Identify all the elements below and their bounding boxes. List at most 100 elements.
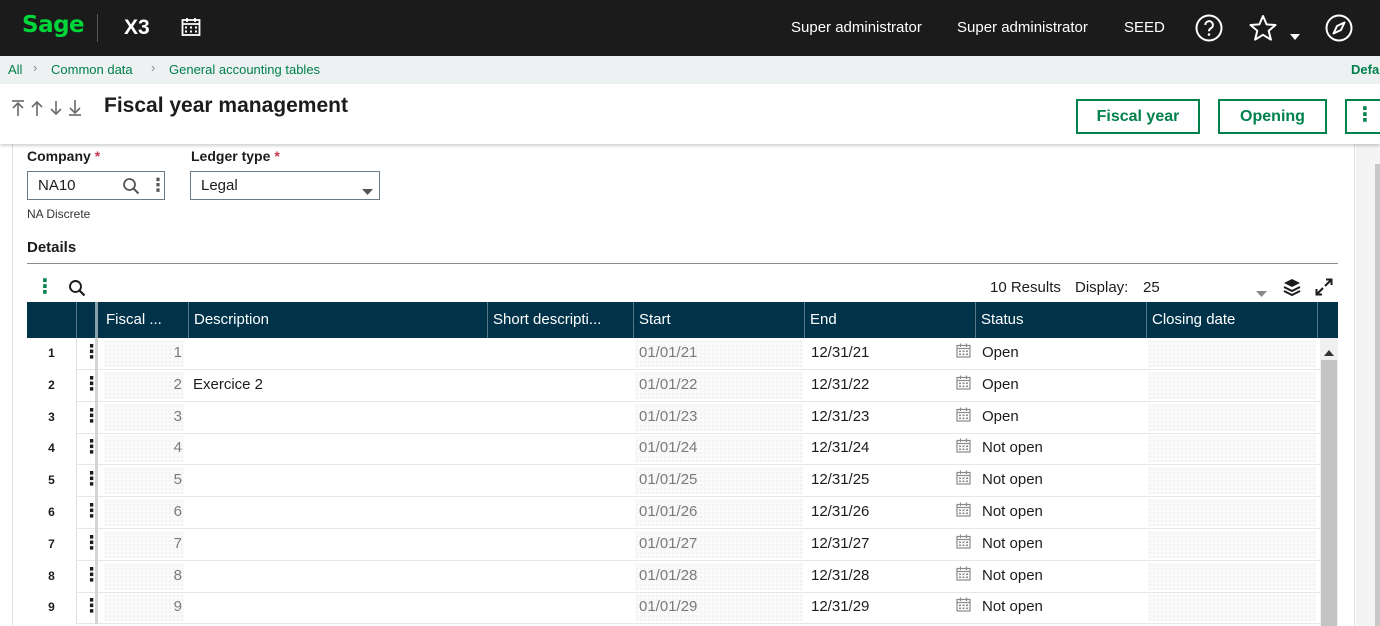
fiscal-year-cell[interactable]: 2 bbox=[104, 370, 182, 402]
calendar-icon[interactable] bbox=[956, 375, 971, 395]
fiscal-year-cell[interactable]: 1 bbox=[104, 338, 182, 370]
end-date-cell[interactable]: 12/31/24 bbox=[811, 433, 869, 465]
fiscal-year-cell[interactable]: 7 bbox=[104, 529, 182, 561]
fiscal-year-cell[interactable]: 9 bbox=[104, 592, 182, 624]
chevron-down-icon[interactable] bbox=[1289, 28, 1301, 46]
table-row[interactable]: 4 ⋮ 4 01/01/24 12/31/24 Not open bbox=[27, 433, 1320, 466]
opening-button[interactable]: Opening bbox=[1218, 99, 1327, 134]
end-date-cell[interactable]: 12/31/21 bbox=[811, 338, 869, 370]
status-cell[interactable]: Open bbox=[982, 402, 1019, 434]
start-date-cell[interactable]: 01/01/28 bbox=[639, 561, 697, 593]
table-row[interactable]: 8 ⋮ 8 01/01/28 12/31/28 Not open bbox=[27, 560, 1320, 593]
description-cell[interactable] bbox=[193, 561, 483, 593]
closing-date-cell[interactable] bbox=[1148, 403, 1316, 431]
end-date-cell[interactable]: 12/31/28 bbox=[811, 561, 869, 593]
table-row[interactable]: 2 ⋮ 2 Exercice 2 01/01/22 12/31/22 Open bbox=[27, 369, 1320, 402]
fiscal-year-button[interactable]: Fiscal year bbox=[1076, 99, 1200, 134]
status-cell[interactable]: Not open bbox=[982, 433, 1043, 465]
fiscal-year-cell[interactable]: 8 bbox=[104, 561, 182, 593]
grid-scrollbar-thumb[interactable] bbox=[1321, 360, 1337, 626]
calendar-icon[interactable] bbox=[956, 438, 971, 458]
start-date-cell[interactable]: 01/01/24 bbox=[639, 433, 697, 465]
table-row[interactable]: 6 ⋮ 6 01/01/26 12/31/26 Not open bbox=[27, 497, 1320, 529]
chevron-down-icon[interactable] bbox=[362, 183, 373, 200]
grid-search-icon[interactable] bbox=[68, 279, 86, 302]
row-actions-icon[interactable]: ⋮ bbox=[78, 433, 101, 466]
description-cell[interactable] bbox=[193, 402, 483, 434]
short-description-cell[interactable] bbox=[493, 561, 633, 593]
short-description-cell[interactable] bbox=[493, 529, 633, 561]
status-cell[interactable]: Not open bbox=[982, 592, 1043, 624]
closing-date-cell[interactable] bbox=[1148, 435, 1316, 463]
column-header-start[interactable]: Start bbox=[634, 302, 805, 338]
closing-date-cell[interactable] bbox=[1148, 371, 1316, 399]
end-date-cell[interactable]: 12/31/26 bbox=[811, 497, 869, 529]
next-record-icon[interactable] bbox=[48, 98, 64, 118]
start-date-cell[interactable]: 01/01/29 bbox=[639, 592, 697, 624]
first-record-icon[interactable] bbox=[10, 98, 26, 118]
page-scrollbar-thumb[interactable] bbox=[1375, 164, 1380, 626]
status-cell[interactable]: Open bbox=[982, 370, 1019, 402]
row-actions-icon[interactable]: ⋮ bbox=[78, 497, 101, 529]
table-row[interactable]: 7 ⋮ 7 01/01/27 12/31/27 Not open bbox=[27, 528, 1320, 561]
grid-scrollbar[interactable] bbox=[1320, 338, 1338, 626]
star-icon[interactable] bbox=[1248, 14, 1278, 47]
start-date-cell[interactable]: 01/01/21 bbox=[639, 338, 697, 370]
end-date-cell[interactable]: 12/31/23 bbox=[811, 402, 869, 434]
status-cell[interactable]: Not open bbox=[982, 497, 1043, 529]
table-row[interactable]: 9 ⋮ 9 01/01/29 12/31/29 Not open bbox=[27, 592, 1320, 625]
start-date-cell[interactable]: 01/01/22 bbox=[639, 370, 697, 402]
column-header-short-description[interactable]: Short descripti... bbox=[488, 302, 634, 338]
closing-date-cell[interactable] bbox=[1148, 467, 1316, 495]
grid-actions-icon[interactable]: ⋮ bbox=[35, 277, 55, 297]
row-actions-icon[interactable]: ⋮ bbox=[78, 592, 101, 625]
description-cell[interactable] bbox=[193, 433, 483, 465]
description-cell[interactable] bbox=[193, 465, 483, 497]
field-options-icon[interactable]: ⋮ bbox=[149, 176, 167, 194]
company-field[interactable]: NA10 ⋮ bbox=[27, 171, 167, 200]
closing-date-cell[interactable] bbox=[1148, 594, 1316, 622]
breadcrumb-common-data[interactable]: Common data bbox=[51, 62, 133, 77]
layers-icon[interactable] bbox=[1283, 278, 1301, 301]
previous-record-icon[interactable] bbox=[29, 98, 45, 118]
description-cell[interactable]: Exercice 2 bbox=[193, 370, 483, 402]
end-date-cell[interactable]: 12/31/29 bbox=[811, 592, 869, 624]
table-row[interactable]: 1 ⋮ 1 01/01/21 12/31/21 Open bbox=[27, 338, 1320, 370]
last-record-icon[interactable] bbox=[67, 98, 83, 118]
table-row[interactable]: 3 ⋮ 3 01/01/23 12/31/23 Open bbox=[27, 401, 1320, 434]
short-description-cell[interactable] bbox=[493, 592, 633, 624]
short-description-cell[interactable] bbox=[493, 433, 633, 465]
column-header-closing-date[interactable]: Closing date bbox=[1147, 302, 1318, 338]
short-description-cell[interactable] bbox=[493, 497, 633, 529]
calendar-icon[interactable] bbox=[956, 502, 971, 522]
start-date-cell[interactable]: 01/01/27 bbox=[639, 529, 697, 561]
column-header-fiscal[interactable]: Fiscal ... bbox=[101, 302, 189, 338]
short-description-cell[interactable] bbox=[493, 465, 633, 497]
fiscal-year-cell[interactable]: 4 bbox=[104, 433, 182, 465]
row-actions-icon[interactable]: ⋮ bbox=[78, 560, 101, 593]
row-actions-icon[interactable]: ⋮ bbox=[78, 369, 101, 402]
more-actions-button[interactable]: ⋮ bbox=[1345, 99, 1380, 134]
sage-logo[interactable]: Sage bbox=[22, 12, 85, 38]
row-actions-icon[interactable]: ⋮ bbox=[78, 465, 101, 498]
description-cell[interactable] bbox=[193, 592, 483, 624]
short-description-cell[interactable] bbox=[493, 370, 633, 402]
column-header-description[interactable]: Description bbox=[189, 302, 488, 338]
calendar-icon[interactable] bbox=[956, 597, 971, 617]
compass-icon[interactable] bbox=[1325, 14, 1353, 47]
status-cell[interactable]: Open bbox=[982, 338, 1019, 370]
start-date-cell[interactable]: 01/01/25 bbox=[639, 465, 697, 497]
role-menu[interactable]: Super administrator bbox=[957, 19, 1088, 36]
fiscal-year-cell[interactable]: 5 bbox=[104, 465, 182, 497]
calendar-icon[interactable] bbox=[956, 534, 971, 554]
column-header-end[interactable]: End bbox=[805, 302, 976, 338]
end-date-cell[interactable]: 12/31/22 bbox=[811, 370, 869, 402]
expand-icon[interactable] bbox=[1315, 278, 1333, 301]
search-icon[interactable] bbox=[122, 177, 140, 199]
breadcrumb-general-accounting-tables[interactable]: General accounting tables bbox=[169, 62, 320, 77]
folder-menu[interactable]: SEED bbox=[1124, 19, 1165, 36]
status-cell[interactable]: Not open bbox=[982, 465, 1043, 497]
product-name[interactable]: X3 bbox=[124, 16, 150, 40]
short-description-cell[interactable] bbox=[493, 402, 633, 434]
fiscal-year-cell[interactable]: 3 bbox=[104, 402, 182, 434]
